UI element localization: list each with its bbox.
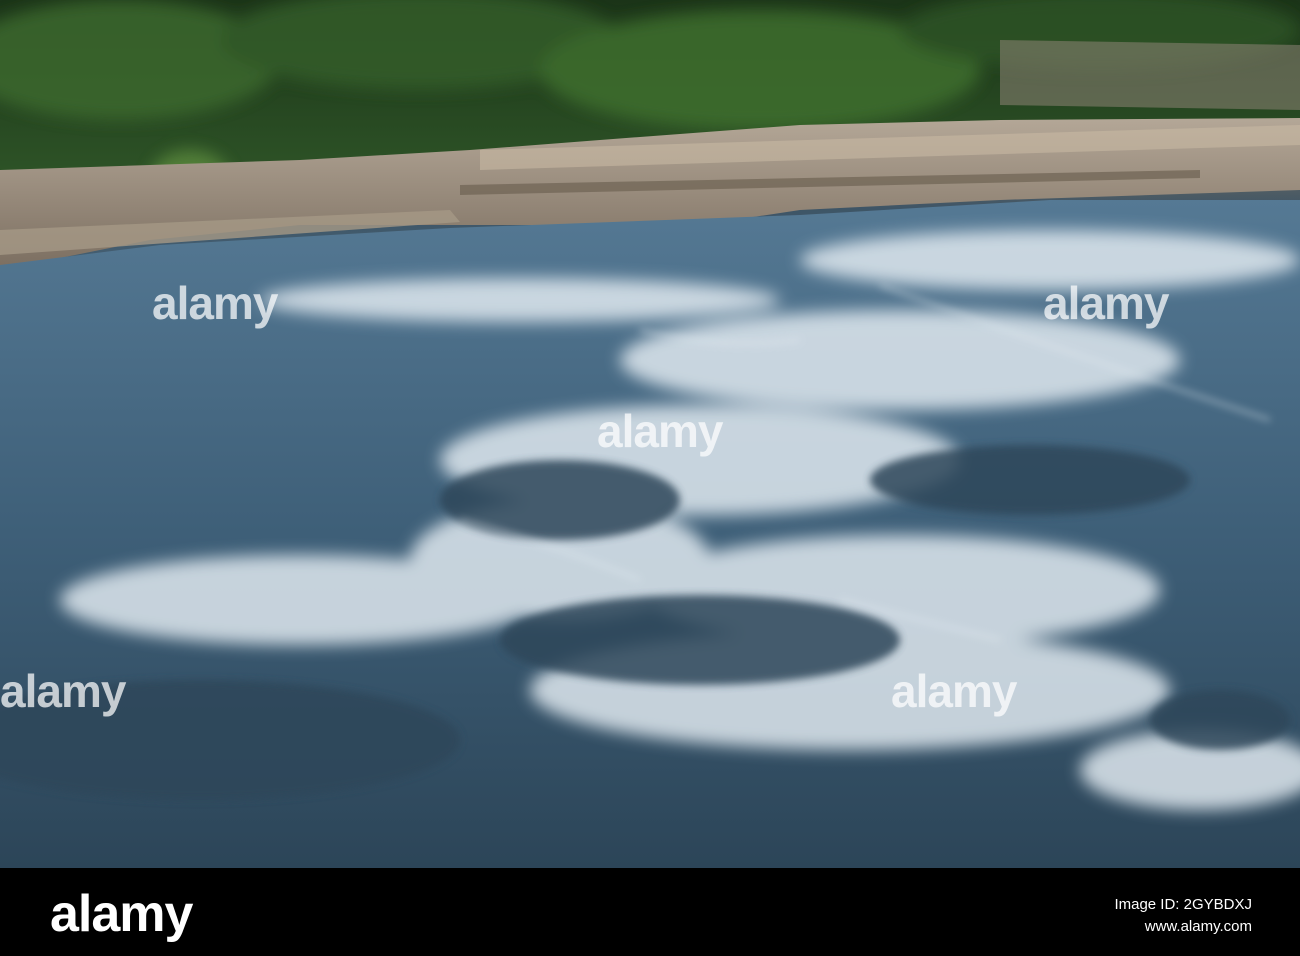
- footer-bar: alamy Image ID: 2GYBDXJ www.alamy.com: [0, 868, 1300, 956]
- image-meta: Image ID: 2GYBDXJ www.alamy.com: [1114, 894, 1252, 938]
- watermark: alamy: [152, 277, 278, 329]
- watermark: alamy: [0, 665, 126, 717]
- image-id: Image ID: 2GYBDXJ: [1114, 896, 1252, 913]
- alamy-logo: alamy: [50, 885, 193, 943]
- watermark: alamy: [597, 405, 723, 457]
- photo: alamy alamy alamy alamy alamy: [0, 0, 1300, 868]
- watermark: alamy: [1043, 277, 1169, 329]
- watermark: alamy: [891, 665, 1017, 717]
- site-url: www.alamy.com: [1144, 918, 1252, 935]
